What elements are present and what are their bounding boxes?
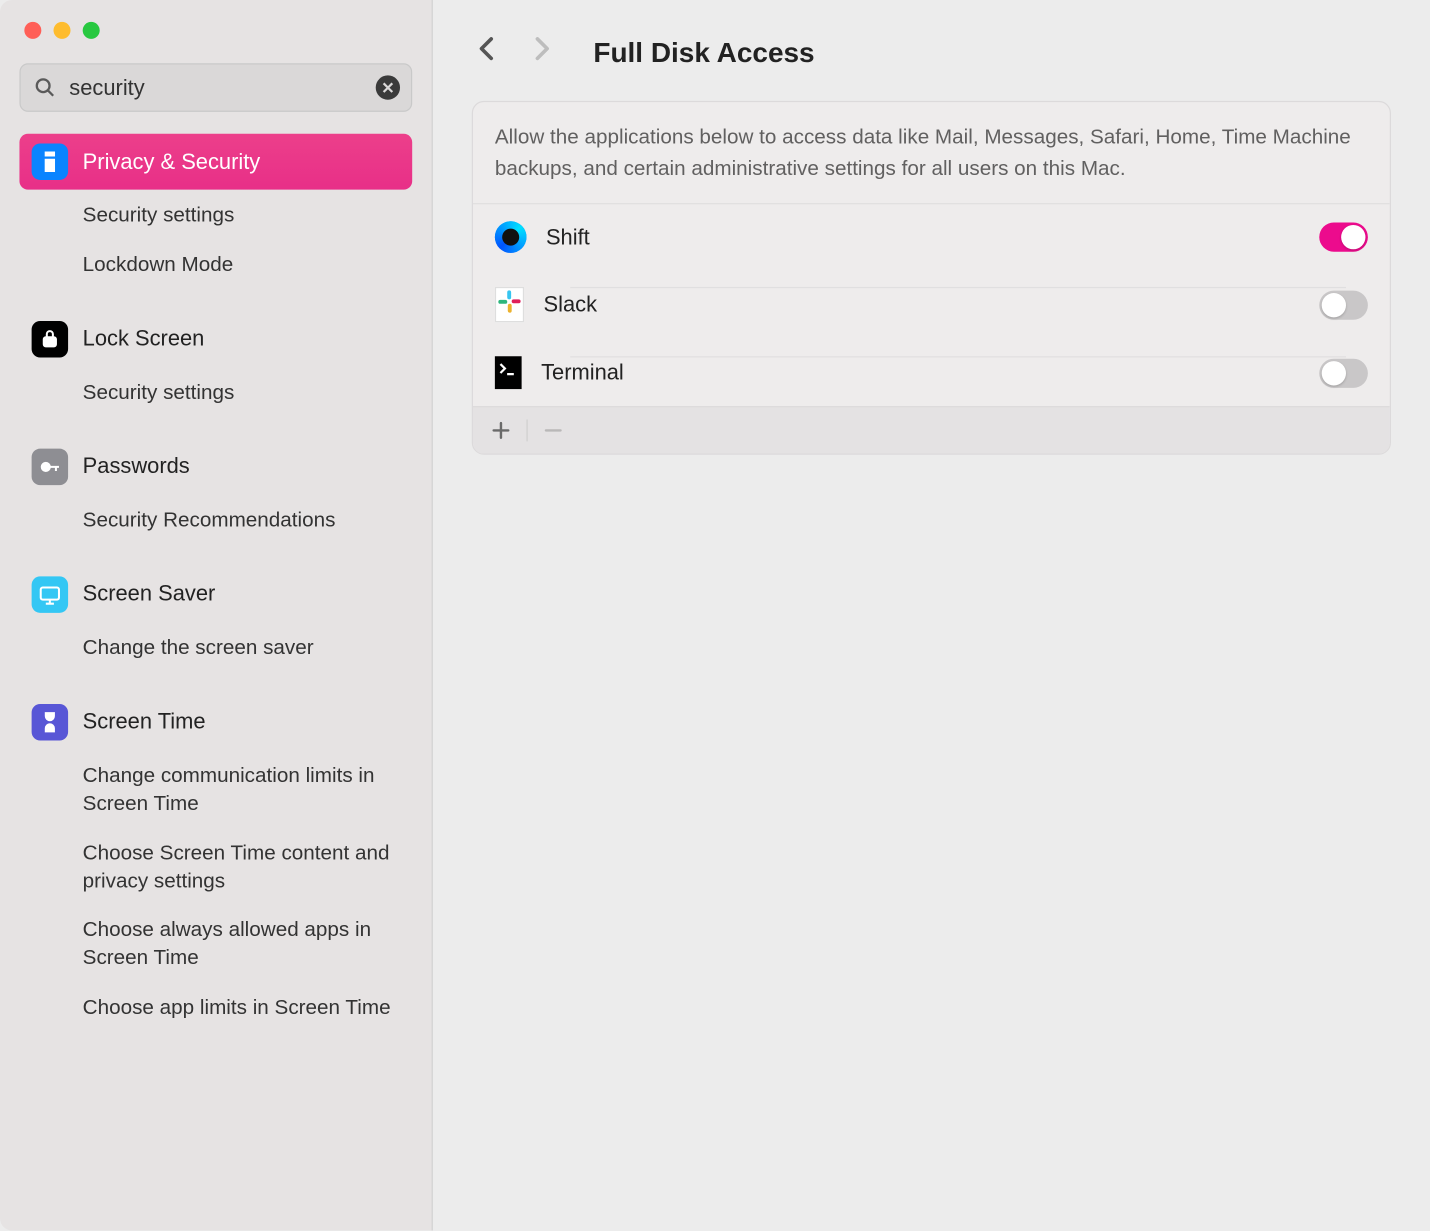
sidebar: ✕ Privacy & SecuritySecurity settingsLoc…: [0, 0, 433, 1230]
toggle-slack[interactable]: [1319, 290, 1368, 319]
screen-saver-icon: [32, 576, 68, 612]
remove-app-button[interactable]: [537, 415, 569, 447]
maximize-window-button[interactable]: [83, 22, 100, 39]
toggle-shift[interactable]: [1319, 223, 1368, 252]
screen-time-icon: [32, 704, 68, 740]
sidebar-item-label: Privacy & Security: [83, 149, 261, 175]
sidebar-sub-item[interactable]: Security Recommendations: [19, 497, 412, 544]
app-row-terminal: Terminal: [473, 339, 1390, 406]
content-area: Full Disk Access Allow the applications …: [433, 0, 1430, 1230]
sidebar-item-label: Screen Saver: [83, 582, 216, 608]
sidebar-sub-item[interactable]: Lockdown Mode: [19, 242, 412, 289]
sidebar-list: Privacy & SecuritySecurity settingsLockd…: [0, 131, 432, 1230]
sidebar-sub-item[interactable]: Change the screen saver: [19, 625, 412, 672]
app-name-label: Terminal: [541, 360, 1300, 386]
search-field-wrap: ✕: [19, 63, 412, 112]
minimize-window-button[interactable]: [53, 22, 70, 39]
app-name-label: Slack: [544, 292, 1300, 318]
sidebar-item-privacy-security[interactable]: Privacy & Security: [19, 134, 412, 190]
app-icon-shift: [495, 221, 527, 253]
sidebar-item-label: Passwords: [83, 454, 190, 480]
window-controls: [0, 0, 432, 51]
app-name-label: Shift: [546, 224, 1300, 250]
toggle-terminal[interactable]: [1319, 358, 1368, 387]
sidebar-item-screen-time[interactable]: Screen Time: [19, 694, 412, 750]
lock-screen-icon: [32, 321, 68, 357]
sidebar-sub-item[interactable]: Choose Screen Time content and privacy s…: [19, 830, 412, 905]
nav-back-button[interactable]: [472, 32, 501, 75]
app-icon-slack: [495, 287, 524, 322]
footer-separator: [526, 419, 527, 441]
sidebar-sub-item[interactable]: Security settings: [19, 369, 412, 416]
close-window-button[interactable]: [24, 22, 41, 39]
sidebar-sub-item[interactable]: Change communication limits in Screen Ti…: [19, 752, 412, 827]
app-row-slack: Slack: [473, 270, 1390, 339]
search-icon: [34, 77, 56, 99]
sidebar-item-passwords[interactable]: Passwords: [19, 439, 412, 495]
panel-footer: [473, 406, 1390, 453]
app-row-shift: Shift: [473, 204, 1390, 270]
sidebar-item-label: Screen Time: [83, 709, 206, 735]
content-header: Full Disk Access: [472, 24, 1391, 101]
sidebar-item-screen-saver[interactable]: Screen Saver: [19, 566, 412, 622]
nav-forward-button[interactable]: [528, 32, 557, 75]
sidebar-item-label: Lock Screen: [83, 326, 205, 352]
clear-search-button[interactable]: ✕: [376, 75, 400, 99]
full-disk-access-panel: Allow the applications below to access d…: [472, 101, 1391, 455]
app-icon-terminal: [495, 356, 522, 389]
page-title: Full Disk Access: [593, 36, 814, 69]
sidebar-sub-item[interactable]: Security settings: [19, 192, 412, 239]
privacy-icon: [32, 143, 68, 179]
sidebar-item-lock-screen[interactable]: Lock Screen: [19, 311, 412, 367]
sidebar-sub-item[interactable]: Choose always allowed apps in Screen Tim…: [19, 908, 412, 983]
search-input[interactable]: [19, 63, 412, 112]
add-app-button[interactable]: [485, 415, 517, 447]
panel-description: Allow the applications below to access d…: [473, 102, 1390, 204]
sidebar-sub-item[interactable]: Choose app limits in Screen Time: [19, 985, 412, 1032]
passwords-icon: [32, 448, 68, 484]
